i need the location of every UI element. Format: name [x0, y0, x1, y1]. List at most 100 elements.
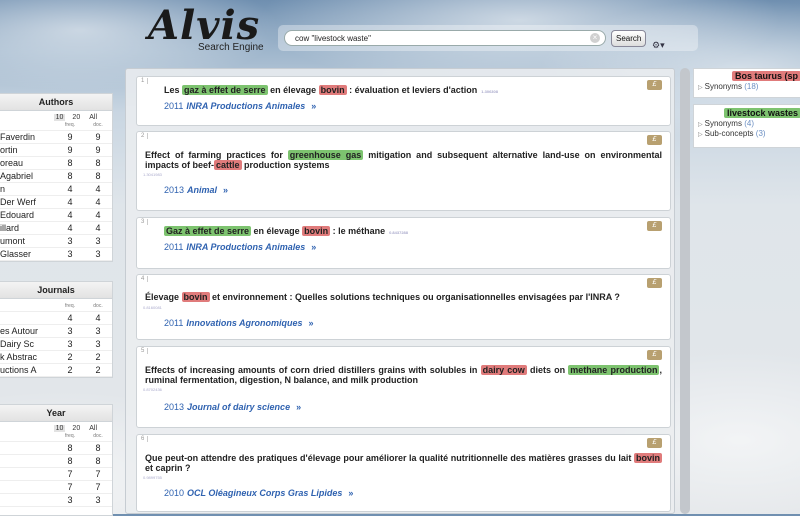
result-source[interactable]: 2011 Innovations Agronomiques »	[164, 318, 314, 328]
facet-row[interactable]: 44	[0, 312, 112, 325]
facet-row[interactable]: k Abstrac 2 2	[0, 351, 112, 364]
expand-icon[interactable]: »	[311, 101, 316, 111]
facet-row[interactable]: Dairy Sc 3 3	[0, 338, 112, 351]
results-scrollbar[interactable]	[680, 68, 690, 514]
expand-icon[interactable]: »	[348, 488, 353, 498]
result-journal: INRA Productions Animales	[186, 101, 306, 111]
result-title[interactable]: Effect of farming practices for greenhou…	[145, 150, 662, 170]
facet-row[interactable]: n 4 4	[0, 183, 112, 196]
result-source[interactable]: 2010 OCL Oléagineux Corps Gras Lipides »	[164, 488, 353, 498]
facet-row[interactable]: Agabriel 8 8	[0, 170, 112, 183]
result-title[interactable]: Élevage bovin et environnement : Quelles…	[145, 292, 662, 302]
facet-row[interactable]: 88	[0, 455, 112, 468]
facet-row-doc: 3	[95, 339, 101, 349]
tools-dropdown-icon[interactable]: ⚙▾	[652, 40, 676, 54]
facet-row-freq: 4	[67, 223, 73, 233]
result-year: 2013	[164, 402, 185, 412]
result-source[interactable]: 2013 Journal of dairy science »	[164, 402, 301, 412]
facet-row-label: Der Werf	[0, 197, 36, 207]
clear-search-icon[interactable]: ×	[590, 33, 600, 43]
facet-row-doc: 7	[95, 469, 101, 479]
facet-row[interactable]: Glasser 3 3	[0, 248, 112, 261]
facet-row-label: oreau	[0, 158, 24, 168]
authors-colhead: freq. doc.	[0, 122, 112, 131]
result-title[interactable]: Gaz à effet de serre en élevage bovin : …	[164, 226, 604, 238]
facet-row-freq: 4	[67, 210, 73, 220]
title-text: Élevage	[145, 292, 182, 302]
facet-row-doc: 4	[95, 210, 101, 220]
facet-row-label: Faverdin	[0, 132, 36, 142]
expand-icon[interactable]: »	[223, 185, 228, 195]
expand-triangle-icon: ▷	[698, 122, 703, 128]
facet-row-label: Glasser	[0, 249, 32, 259]
freq-header: freq.	[64, 122, 75, 128]
facet-row[interactable]: 33	[0, 494, 112, 507]
document-icon[interactable]: £	[647, 438, 662, 448]
facet-row-freq: 8	[67, 158, 73, 168]
facet-row[interactable]: illard 4 4	[0, 222, 112, 235]
concept-synonyms[interactable]: ▷ Synonyms (4)	[694, 118, 800, 129]
highlight-term: bovin	[181, 292, 210, 302]
concept-box-bos-taurus: Bos taurus (sp ▷ Synonyms (18)	[693, 68, 800, 98]
result-source[interactable]: 2013 Animal »	[164, 185, 228, 195]
alvis-logo[interactable]: Alvis Search Engine	[146, 2, 276, 56]
result-year: 2011	[164, 242, 184, 252]
concept-synonyms[interactable]: ▷ Synonyms (18)	[694, 81, 800, 92]
search-button[interactable]: Search	[611, 30, 647, 47]
highlight-term: bovin	[302, 226, 331, 236]
facet-row-freq: 2	[67, 352, 73, 362]
facet-row-doc: 8	[95, 443, 101, 453]
result-year: 2013	[164, 185, 185, 195]
title-text: en élevage	[267, 85, 319, 95]
document-icon[interactable]: £	[647, 221, 662, 231]
expand-icon[interactable]: »	[309, 318, 314, 328]
facet-row[interactable]: oreau 8 8	[0, 157, 112, 170]
search-input[interactable]	[284, 30, 606, 46]
paging-10[interactable]: 10	[53, 425, 66, 432]
result-score: 0.8437288	[389, 230, 409, 235]
expand-icon[interactable]: »	[311, 242, 316, 252]
paging-all[interactable]: All	[87, 114, 99, 121]
concept-box-livestock-wastes: livestock wastes ▷ Synonyms (4) ▷ Sub-conc…	[693, 104, 800, 148]
document-icon[interactable]: £	[647, 135, 662, 145]
result-score: 0.8160081	[143, 305, 162, 310]
facet-row-doc: 8	[95, 171, 101, 181]
facet-row[interactable]: 77	[0, 468, 112, 481]
concept-subconcepts[interactable]: ▷ Sub-concepts (3)	[694, 129, 800, 139]
facet-row[interactable]: Der Werf 4 4	[0, 196, 112, 209]
result-year: 2011	[164, 101, 184, 111]
document-icon[interactable]: £	[647, 80, 662, 90]
facet-row[interactable]: Edouard 4 4	[0, 209, 112, 222]
paging-20[interactable]: 20	[70, 114, 82, 121]
facet-row-doc: 2	[95, 352, 101, 362]
paging-all[interactable]: All	[87, 425, 99, 432]
facet-row[interactable]: es Autour 3 3	[0, 325, 112, 338]
concept-label[interactable]: livestock wastes	[724, 108, 800, 118]
synonyms-label: Synonyms	[704, 119, 742, 128]
facet-row-doc: 4	[95, 313, 101, 323]
expand-icon[interactable]: »	[296, 402, 301, 412]
highlight-term: methane production	[568, 365, 660, 375]
facet-row[interactable]: 77	[0, 481, 112, 494]
facet-row[interactable]: ortin 9 9	[0, 144, 112, 157]
synonyms-count: (18)	[744, 82, 759, 91]
result-title[interactable]: Les gaz à effet de serre en élevage bovi…	[164, 85, 604, 97]
result-title[interactable]: Que peut-on attendre des pratiques d'éle…	[145, 453, 662, 473]
document-icon[interactable]: £	[647, 278, 662, 288]
facet-row-doc: 8	[95, 158, 101, 168]
highlight-term: greenhouse gas	[287, 150, 364, 160]
document-icon[interactable]: £	[647, 350, 662, 360]
paging-20[interactable]: 20	[70, 425, 82, 432]
result-card: 3 £ Gaz à effet de serre en élevage bovi…	[136, 217, 671, 269]
facet-row[interactable]: umont 3 3	[0, 235, 112, 248]
concept-label[interactable]: Bos taurus (sp	[732, 71, 800, 81]
facet-row[interactable]: 88	[0, 442, 112, 455]
facet-row[interactable]: Faverdin 9 9	[0, 131, 112, 144]
year-colhead: freq. doc.	[0, 433, 112, 442]
facet-row[interactable]: uctions A 2 2	[0, 364, 112, 377]
result-source[interactable]: 2011 INRA Productions Animales »	[164, 101, 316, 111]
result-source[interactable]: 2011 INRA Productions Animales »	[164, 242, 316, 252]
journals-colhead: freq. doc.	[0, 299, 112, 312]
result-title[interactable]: Effects of increasing amounts of corn dr…	[145, 365, 662, 385]
paging-10[interactable]: 10	[53, 114, 66, 121]
